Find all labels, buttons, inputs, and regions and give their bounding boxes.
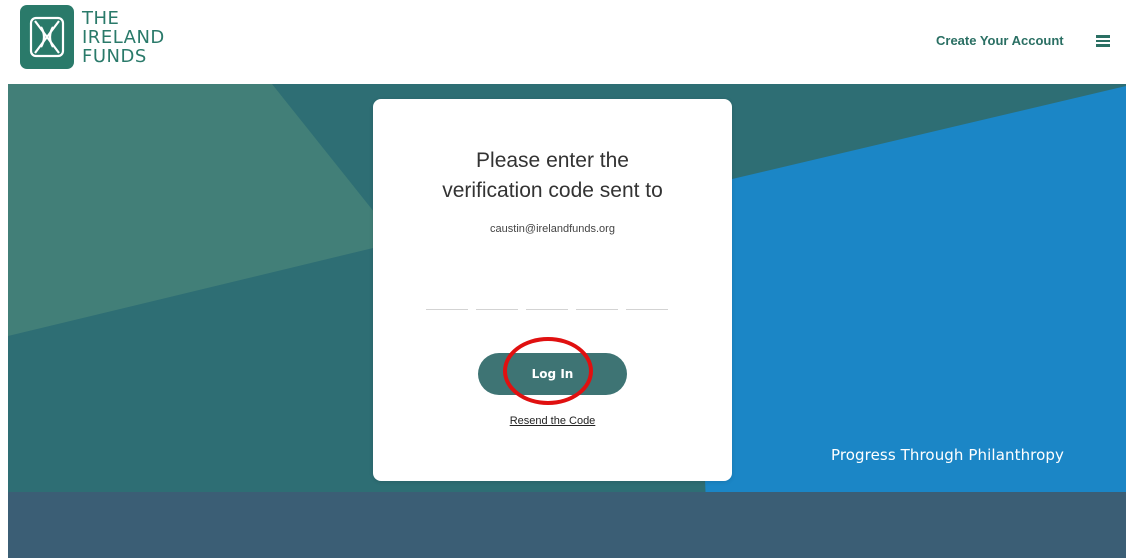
celtic-knot-logo-icon <box>20 5 74 69</box>
create-account-link[interactable]: Create Your Account <box>936 33 1064 48</box>
ireland-funds-logo[interactable]: THE IRELAND FUNDS <box>20 5 165 69</box>
logo-line-the: THE <box>82 7 120 29</box>
card-title-line1: Please enter the <box>476 149 629 172</box>
tagline: Progress Through Philanthropy <box>830 446 1064 464</box>
code-digit-5[interactable] <box>626 293 668 310</box>
resend-code-link[interactable]: Resend the Code <box>373 415 732 427</box>
code-digit-4[interactable] <box>576 293 618 310</box>
verification-card: Please enter the verification code sent … <box>373 99 732 481</box>
logo-line-ireland: IRELAND <box>82 26 165 48</box>
code-digit-2[interactable] <box>476 293 518 310</box>
card-title-line2: verification code sent to <box>442 179 663 202</box>
logo-wordmark: THE IRELAND FUNDS <box>82 9 165 66</box>
recipient-email: caustin@irelandfunds.org <box>490 223 615 235</box>
card-title: Please enter the verification code sent … <box>373 146 732 206</box>
header: THE IRELAND FUNDS Create Your Account <box>0 0 1126 84</box>
page: THE IRELAND FUNDS Create Your Account Pr… <box>0 0 1126 558</box>
verification-code-inputs <box>426 293 668 310</box>
code-digit-3[interactable] <box>526 293 568 310</box>
hamburger-menu-icon[interactable] <box>1096 35 1110 47</box>
logo-line-funds: FUNDS <box>82 45 147 67</box>
code-digit-1[interactable] <box>426 293 468 310</box>
log-in-button[interactable]: Log In <box>478 353 627 395</box>
footer-band <box>8 492 1126 558</box>
